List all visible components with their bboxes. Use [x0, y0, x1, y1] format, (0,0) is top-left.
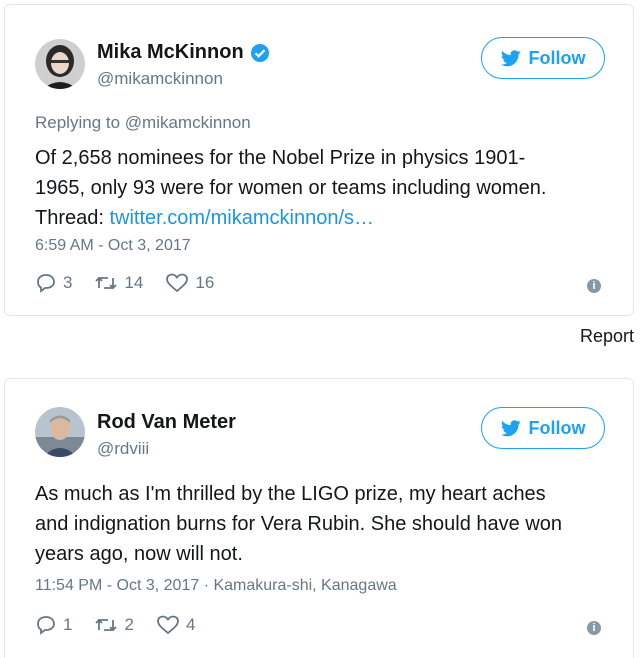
user-handle[interactable]: @rdviii: [97, 439, 149, 459]
info-icon[interactable]: i: [587, 621, 601, 635]
display-name[interactable]: Rod Van Meter: [97, 411, 236, 434]
tweet-location[interactable]: · Kamakura-shi, Kanagawa: [204, 577, 397, 594]
reply-icon: [37, 616, 55, 635]
heart-icon: [157, 615, 179, 635]
tweet-timestamp[interactable]: 11:54 PM - Oct 3, 2017: [35, 577, 199, 594]
twitter-bird-icon: [500, 49, 521, 66]
reply-button[interactable]: 3: [35, 273, 72, 293]
verified-badge-icon: [250, 43, 269, 62]
replying-to[interactable]: Replying to @mikamckinnon: [35, 113, 251, 133]
avatar[interactable]: [35, 39, 85, 89]
follow-button[interactable]: Follow: [481, 407, 605, 449]
tweet-text-line: and indignation burns for Vera Rubin. Sh…: [35, 513, 563, 535]
tweet-text-line: 1965, only 93 were for women or teams in…: [35, 177, 547, 199]
tweet-card: Rod Van Meter @rdviii Follow As much as …: [4, 378, 634, 658]
tweet-text: Of 2,658 nominees for the Nobel Prize in…: [35, 143, 615, 233]
tweet-actions: 3 14 16: [35, 273, 214, 293]
display-name[interactable]: Mika McKinnon: [97, 41, 270, 64]
tweet-text: As much as I'm thrilled by the LIGO priz…: [35, 479, 615, 569]
twitter-bird-icon: [500, 419, 521, 436]
retweet-icon: [95, 618, 118, 632]
tweet-meta: 11:54 PM - Oct 3, 2017 · Kamakura-shi, K…: [35, 577, 397, 595]
tweet-text-line: Of 2,658 nominees for the Nobel Prize in…: [35, 147, 526, 169]
user-handle[interactable]: @mikamckinnon: [97, 69, 223, 89]
tweet-timestamp[interactable]: 6:59 AM - Oct 3, 2017: [35, 237, 191, 255]
tweet-text-line: As much as I'm thrilled by the LIGO priz…: [35, 483, 546, 505]
tweet-text-line: Thread: twitter.com/mikamckinnon/s…: [35, 207, 374, 229]
heart-icon: [166, 273, 189, 293]
reply-button[interactable]: 1: [35, 615, 72, 635]
report-link[interactable]: Report: [580, 326, 634, 347]
tweet-actions: 1 2 4: [35, 615, 195, 635]
tweet-text-line: years ago, now will not.: [35, 543, 243, 565]
retweet-icon: [95, 276, 118, 290]
like-button[interactable]: 4: [156, 615, 195, 635]
follow-button[interactable]: Follow: [481, 37, 605, 79]
reply-icon: [37, 274, 55, 293]
info-icon[interactable]: i: [587, 279, 601, 293]
thread-link[interactable]: twitter.com/mikamckinnon/s…: [109, 207, 374, 229]
avatar[interactable]: [35, 407, 85, 457]
like-button[interactable]: 16: [165, 273, 214, 293]
retweet-button[interactable]: 14: [94, 273, 143, 293]
retweet-button[interactable]: 2: [94, 615, 134, 635]
tweet-card: Mika McKinnon @mikamckinnon Follow Reply…: [4, 4, 634, 316]
